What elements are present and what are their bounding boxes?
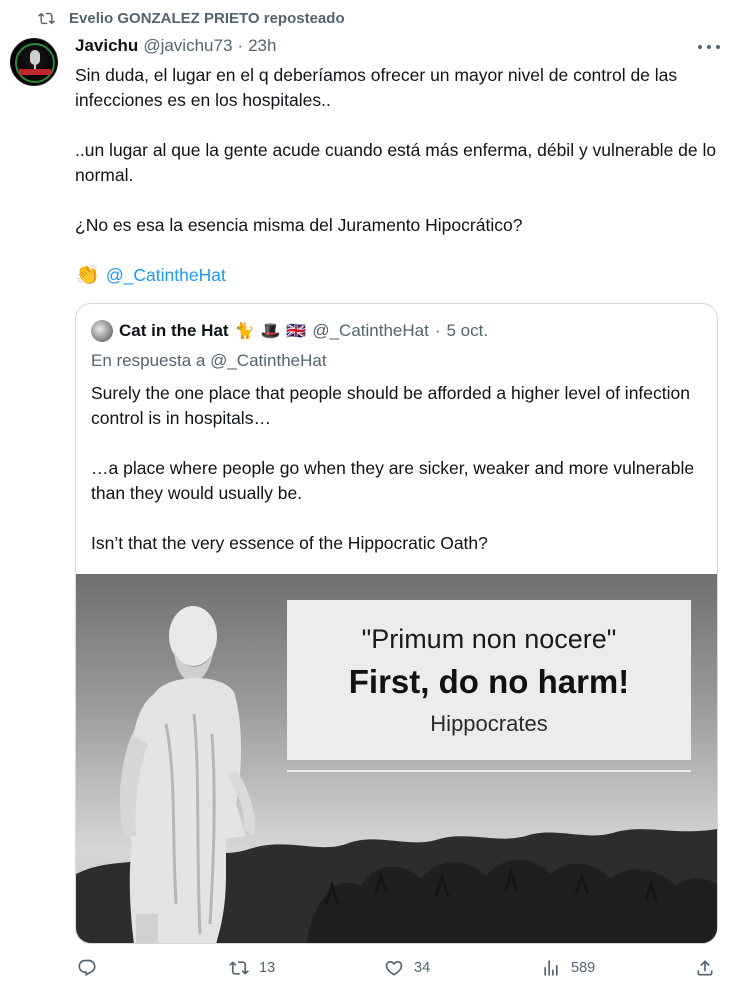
heart-icon: [385, 960, 403, 976]
reply-button[interactable]: [77, 958, 107, 978]
author-handle[interactable]: @javichu73: [143, 36, 232, 56]
reply-prefix: En respuesta a: [91, 351, 206, 370]
action-bar: 13 34 589: [75, 958, 725, 982]
quote-card: "Primum non nocere" First, do no harm! H…: [287, 600, 691, 760]
avatar[interactable]: [10, 38, 58, 86]
share-icon: [697, 960, 713, 976]
views-count: 589: [571, 960, 596, 976]
clapping-hands-emoji: 👏: [75, 264, 100, 286]
repost-button[interactable]: 13: [229, 958, 275, 978]
quoted-date[interactable]: 5 oct.: [447, 321, 489, 341]
reply-to-link[interactable]: @_CatintheHat: [210, 351, 327, 370]
tweet-header: Javichu @javichu73 · 23h: [75, 36, 722, 56]
more-options-icon[interactable]: [698, 40, 720, 54]
latin-quote: "Primum non nocere": [361, 623, 617, 654]
cat-emoji: 🐈: [234, 323, 255, 340]
quoted-paragraph: Isn’t that the very essence of the Hippo…: [91, 533, 488, 553]
quoted-text: Surely the one place that people should …: [91, 381, 701, 556]
like-count: 34: [414, 960, 431, 976]
tweet-text: Sin duda, el lugar en el q deberíamos of…: [75, 63, 725, 288]
repost-header[interactable]: Evelio GONZALEZ PRIETO reposteado: [38, 10, 345, 27]
tweet-paragraph: Sin duda, el lugar en el q deberíamos of…: [75, 65, 678, 110]
repost-icon: [229, 961, 249, 975]
microphone-icon: [30, 50, 40, 65]
uk-flag-emoji: 🇬🇧: [286, 323, 307, 340]
quoted-avatar[interactable]: [91, 320, 113, 342]
separator-dot: ·: [434, 321, 441, 340]
quoted-paragraph: Surely the one place that people should …: [91, 383, 690, 428]
quoted-header: Cat in the Hat 🐈 🎩 🇬🇧 @_CatintheHat · 5 …: [91, 320, 488, 342]
repost-count: 13: [259, 960, 276, 976]
top-hat-emoji: 🎩: [260, 323, 281, 340]
tweet-page: Evelio GONZALEZ PRIETO reposteado Javich…: [0, 0, 742, 982]
quote-attribution: Hippocrates: [430, 710, 548, 736]
quoted-handle[interactable]: @_CatintheHat: [312, 321, 429, 341]
author-name[interactable]: Javichu: [75, 36, 138, 56]
tweet-paragraph: ¿No es esa la esencia misma del Jurament…: [75, 215, 523, 235]
views-button[interactable]: 589: [541, 958, 595, 978]
quoted-paragraph: …a place where people go when they are s…: [91, 458, 695, 503]
english-quote: First, do no harm!: [348, 662, 630, 700]
tweet-paragraph: ..un lugar al que la gente acude cuando …: [75, 140, 717, 185]
divider: [287, 770, 691, 772]
like-button[interactable]: 34: [384, 958, 430, 978]
quoted-image[interactable]: "Primum non nocere" First, do no harm! H…: [76, 574, 717, 943]
tweet-time[interactable]: 23h: [248, 36, 276, 56]
quoted-author-name[interactable]: Cat in the Hat: [119, 321, 229, 341]
repost-icon: [38, 12, 55, 25]
quoted-tweet[interactable]: Cat in the Hat 🐈 🎩 🇬🇧 @_CatintheHat · 5 …: [75, 303, 718, 944]
mention-line: 👏 @_CatintheHat: [75, 263, 725, 288]
reply-context: En respuesta a @_CatintheHat: [91, 351, 327, 371]
reply-icon: [78, 959, 96, 977]
repost-label: Evelio GONZALEZ PRIETO reposteado: [69, 10, 345, 27]
views-chart-icon: [544, 960, 558, 976]
mention-link[interactable]: @_CatintheHat: [106, 263, 226, 288]
share-button[interactable]: [695, 958, 715, 978]
separator-dot: ·: [237, 36, 244, 55]
